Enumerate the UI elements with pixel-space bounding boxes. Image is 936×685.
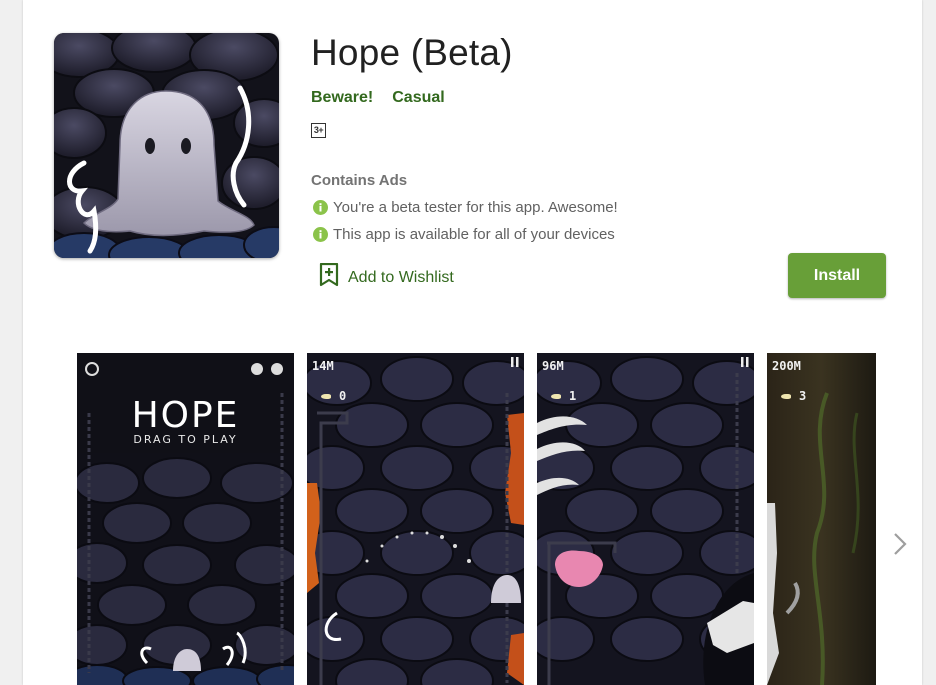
fish-count: 0 <box>339 389 347 403</box>
wishlist-label: Add to Wishlist <box>348 268 454 286</box>
fish-count: 1 <box>569 389 577 403</box>
info-circle-icon <box>313 227 328 242</box>
screenshot-subtitle: DRAG TO PLAY <box>133 433 238 446</box>
app-details-card: Hope (Beta) Beware! Casual 3+ Contains A… <box>23 0 922 685</box>
devices-note: This app is available for all of your de… <box>313 226 615 243</box>
install-button[interactable]: Install <box>788 253 886 298</box>
fish-counter: 3 <box>781 389 806 403</box>
distance-readout: 200M <box>772 359 801 373</box>
beta-tester-note: You're a beta tester for this app. Aweso… <box>313 199 618 216</box>
distance-readout: 14M <box>312 359 334 373</box>
fish-icon <box>781 393 791 399</box>
app-title: Hope (Beta) <box>311 32 513 73</box>
content-rating-badge[interactable]: 3+ <box>311 123 326 138</box>
fish-icon <box>551 393 561 399</box>
screenshot-4[interactable]: 200M 3 <box>767 353 876 685</box>
chevron-right-icon <box>893 532 907 561</box>
beta-tester-text: You're a beta tester for this app. Aweso… <box>333 199 618 216</box>
fish-counter: 0 <box>321 389 346 403</box>
tag-beware[interactable]: Beware! <box>311 89 373 107</box>
distance-readout: 96M <box>542 359 564 373</box>
info-circle-icon <box>313 200 328 215</box>
screenshot-3[interactable]: 96M 1 <box>537 353 754 685</box>
fish-icon <box>321 393 331 399</box>
app-icon <box>54 33 279 258</box>
screenshot-1[interactable]: HOPE DRAG TO PLAY <box>77 353 294 685</box>
screenshot-logo: HOPE <box>131 395 240 436</box>
tag-casual[interactable]: Casual <box>392 89 444 107</box>
app-tags: Beware! Casual <box>311 89 445 107</box>
carousel-next-button[interactable] <box>886 532 914 560</box>
devices-text: This app is available for all of your de… <box>333 226 615 243</box>
fish-count: 3 <box>799 389 807 403</box>
contains-ads-label: Contains Ads <box>311 172 408 189</box>
fish-counter: 1 <box>551 389 576 403</box>
screenshot-2[interactable]: 14M 0 <box>307 353 524 685</box>
add-to-wishlist-button[interactable]: Add to Wishlist <box>319 262 454 292</box>
screenshot-carousel: HOPE DRAG TO PLAY 14M 0 96M 1 200M 3 <box>77 353 877 685</box>
bookmark-plus-icon <box>319 262 339 292</box>
